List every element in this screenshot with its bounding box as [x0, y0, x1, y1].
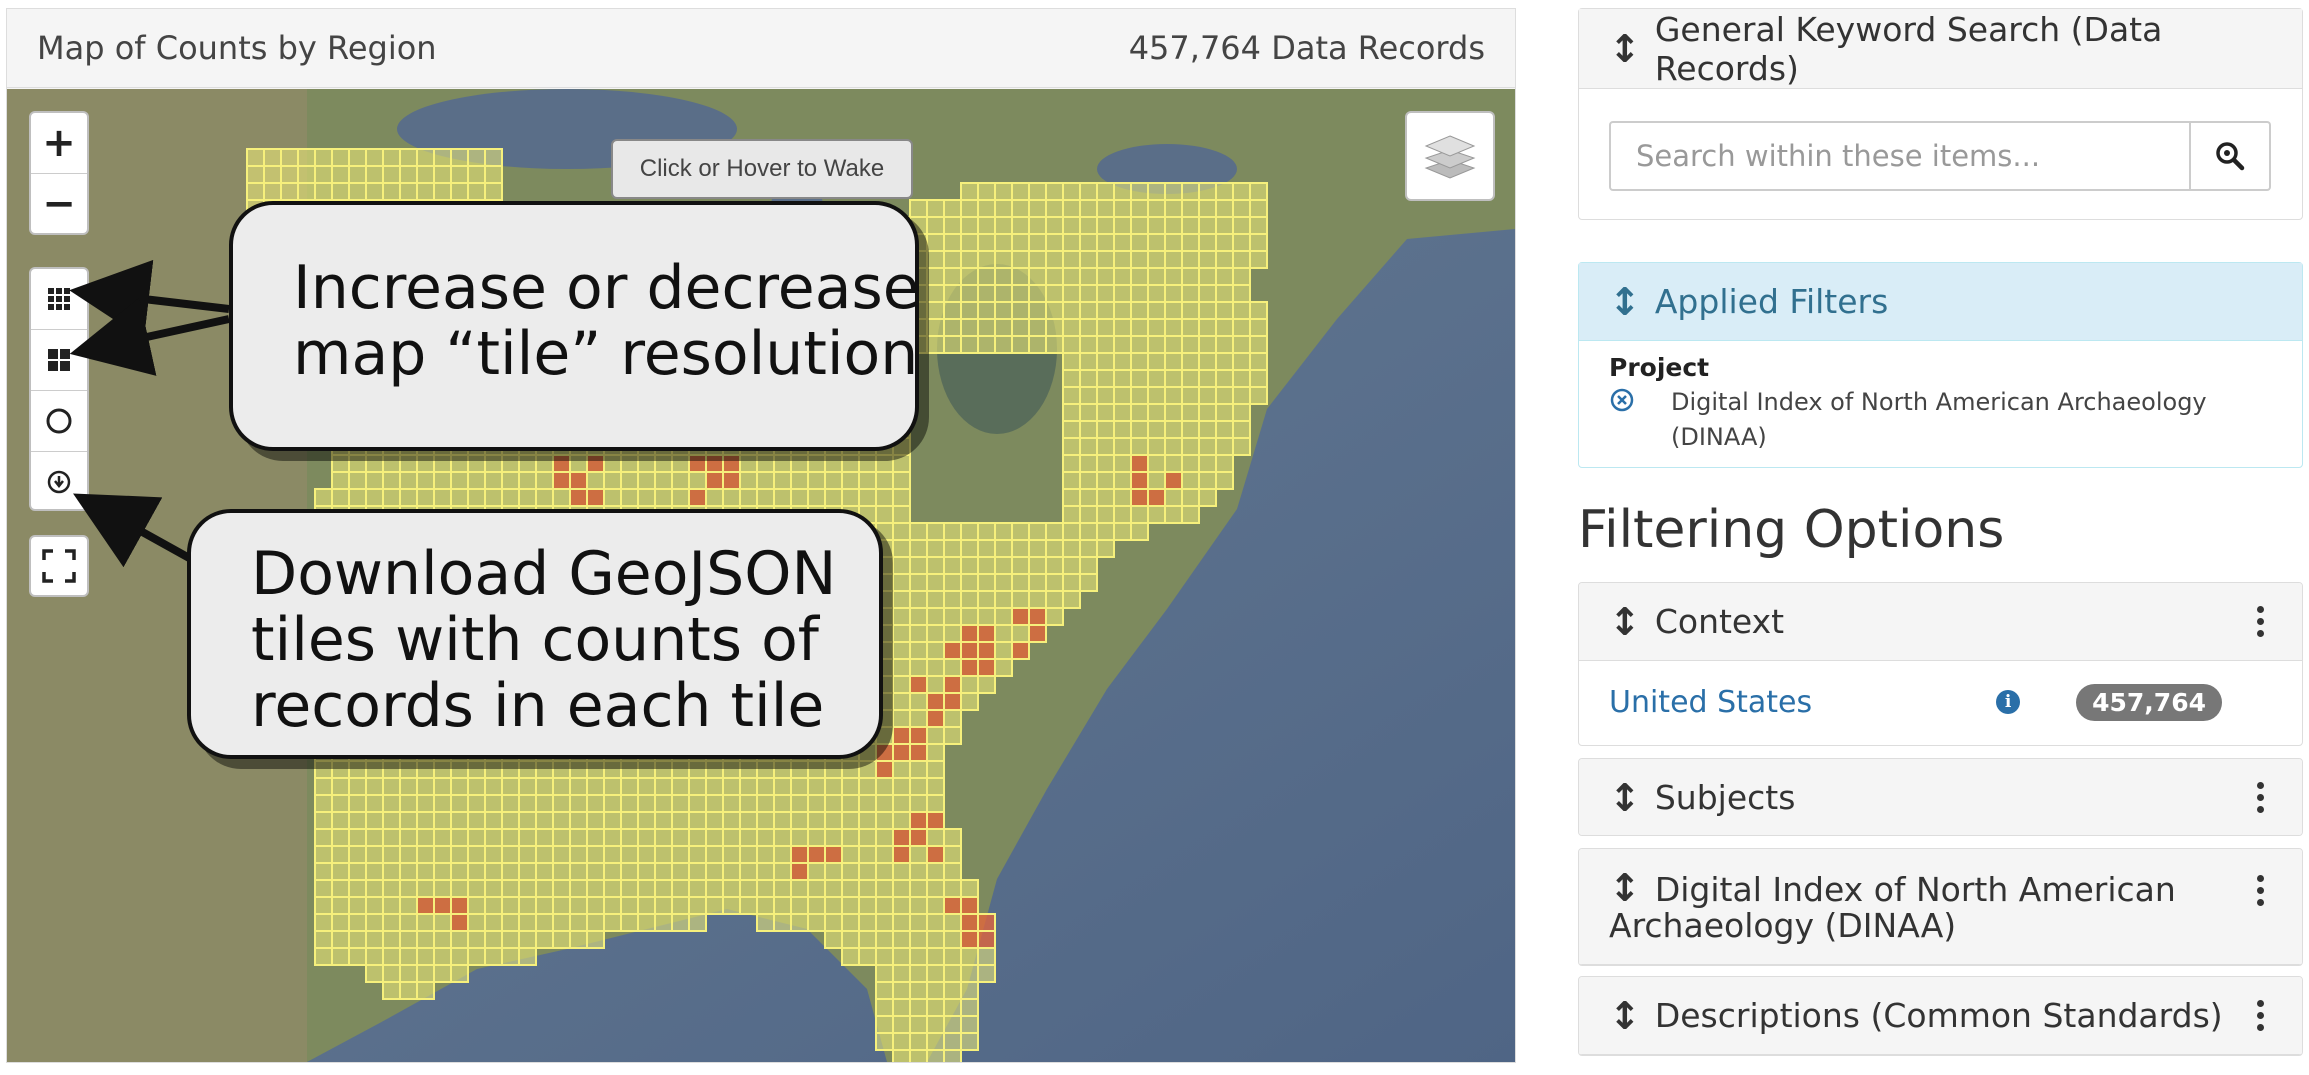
- more-options-icon[interactable]: [2257, 782, 2272, 813]
- filtering-options-title: Filtering Options: [1578, 500, 2005, 560]
- map-title: Map of Counts by Region: [37, 29, 437, 67]
- expand-collapse-icon: ↕: [1609, 775, 1641, 820]
- expand-collapse-icon: ↕: [1609, 26, 1641, 71]
- facet-context: ↕ Context United States i 457,764: [1578, 582, 2303, 746]
- record-count: 457,764 Data Records: [1128, 29, 1485, 67]
- facet-title: Context: [1654, 602, 1785, 641]
- expand-collapse-icon: ↕: [1609, 599, 1641, 644]
- facet-header[interactable]: ↕ Digital Index of North American Archaeo…: [1579, 849, 2302, 965]
- search-icon: [2216, 142, 2245, 171]
- expand-collapse-icon: ↕: [1609, 865, 1641, 910]
- more-options-icon[interactable]: [2257, 606, 2272, 637]
- expand-collapse-icon: ↕: [1609, 993, 1641, 1038]
- keyword-search-title: General Keyword Search (Data Records): [1654, 9, 2163, 88]
- applied-filters-title: Applied Filters: [1654, 282, 1889, 321]
- facet-title: Subjects: [1654, 778, 1796, 817]
- facet-dinaa: ↕ Digital Index of North American Archaeo…: [1578, 848, 2303, 966]
- map-canvas[interactable]: + − Click or Hover to Wake Increase or d…: [7, 89, 1515, 1062]
- search-row: [1609, 121, 2271, 191]
- more-options-icon[interactable]: [2257, 875, 2272, 906]
- callout-line: Download GeoJSON: [251, 539, 837, 609]
- filter-label: Project: [1609, 353, 1710, 382]
- more-options-icon[interactable]: [2257, 1000, 2272, 1031]
- keyword-search-panel: ↕ General Keyword Search (Data Records): [1578, 8, 2303, 220]
- search-button[interactable]: [2191, 121, 2271, 191]
- callout-line: records in each tile: [251, 671, 825, 741]
- callout-line: map “tile” resolution: [293, 319, 919, 389]
- facet-title-wrap: ↕ Digital Index of North American Archaeo…: [1609, 869, 2257, 945]
- facet-descriptions: ↕ Descriptions (Common Standards): [1578, 976, 2303, 1056]
- filter-value: Digital Index of North American Archaeol…: [1671, 388, 2207, 451]
- callout-download: Download GeoJSON tiles with counts of re…: [187, 509, 883, 759]
- applied-filters-header[interactable]: ↕ Applied Filters: [1579, 263, 2302, 341]
- callout-tile-resolution: Increase or decrease map “tile” resoluti…: [229, 201, 920, 451]
- facet-header[interactable]: ↕ Context: [1579, 583, 2302, 661]
- facet-header[interactable]: ↕ Descriptions (Common Standards): [1579, 977, 2302, 1055]
- remove-circle-icon: [1610, 388, 1634, 412]
- callout-line: tiles with counts of: [251, 605, 819, 675]
- callout-line: Increase or decrease: [293, 253, 920, 323]
- facet-item-link[interactable]: United States: [1609, 685, 1996, 720]
- remove-filter-button[interactable]: [1609, 387, 1635, 417]
- info-icon[interactable]: i: [1996, 690, 2021, 714]
- keyword-search-header[interactable]: ↕ General Keyword Search (Data Records): [1579, 9, 2302, 89]
- map-header: Map of Counts by Region 457,764 Data Rec…: [7, 9, 1515, 88]
- search-input[interactable]: [1609, 121, 2191, 191]
- count-badge: 457,764: [2076, 683, 2222, 721]
- facet-header[interactable]: ↕ Subjects: [1579, 759, 2302, 835]
- facet-title: Digital Index of North American Archaeol…: [1609, 869, 2176, 945]
- map-panel: Map of Counts by Region 457,764 Data Rec…: [6, 8, 1516, 1063]
- facet-subjects: ↕ Subjects: [1578, 758, 2303, 836]
- facet-item: United States i 457,764: [1579, 661, 2302, 743]
- applied-filters-panel: ↕ Applied Filters Project Digital Index …: [1578, 262, 2303, 468]
- expand-collapse-icon: ↕: [1609, 279, 1641, 324]
- facet-title: Descriptions (Common Standards): [1654, 996, 2223, 1035]
